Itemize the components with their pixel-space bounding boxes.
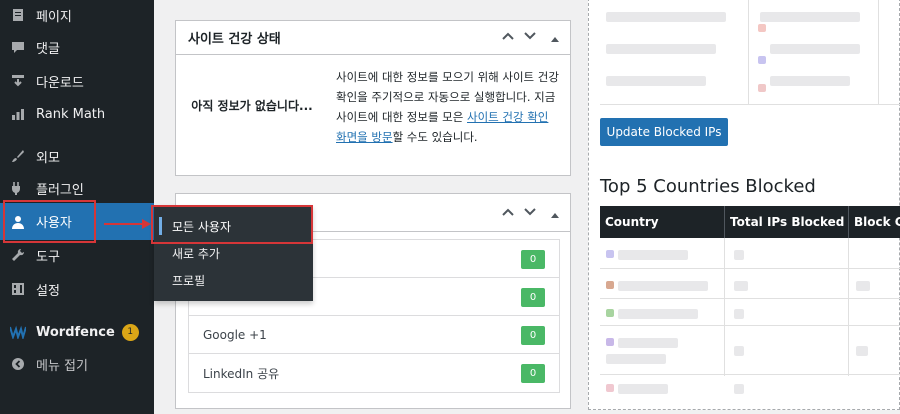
table-divider (878, 0, 879, 104)
blurred-content (618, 384, 668, 394)
social-network-label: LinkedIn 공유 (203, 366, 280, 381)
health-status-text: 아직 정보가 없습니다... (191, 99, 313, 113)
blurred-content (770, 76, 850, 86)
sidebar-item-label: 댓글 (36, 41, 60, 57)
health-description: 사이트에 대한 정보를 모으기 위해 사이트 건강 확인을 주기적으로 자동으로… (336, 67, 562, 147)
share-count-badge: 0 (521, 250, 545, 269)
wrench-icon (10, 247, 26, 263)
blurred-content (734, 281, 748, 291)
column-header-block-count: Block Co (854, 215, 900, 229)
sidebar-item-label: 설정 (36, 283, 60, 299)
blurred-content (618, 250, 688, 260)
submenu-item-label: 프로필 (172, 273, 206, 288)
share-count-badge: 0 (521, 288, 545, 307)
blurred-content (618, 309, 698, 319)
wordfence-icon (10, 324, 26, 340)
collapse-icon (10, 356, 26, 372)
move-down-icon[interactable] (524, 30, 536, 44)
comment-icon (10, 39, 26, 55)
table-divider (724, 238, 725, 376)
table-divider (600, 268, 900, 269)
move-up-icon[interactable] (502, 30, 514, 44)
sidebar-item-comments[interactable]: 댓글 (0, 30, 154, 64)
share-count-badge: 0 (521, 364, 545, 383)
list-item: LinkedIn 공유 0 (189, 354, 559, 392)
toggle-panel-icon[interactable] (550, 32, 560, 46)
table-header: Country Total IPs Blocked Block Co (600, 206, 900, 238)
blurred-flag (606, 309, 614, 317)
blurred-content (618, 281, 708, 291)
table-divider (848, 238, 849, 376)
list-item: Google +1 0 (189, 316, 559, 354)
update-blocked-ips-button[interactable]: Update Blocked IPs (600, 118, 728, 146)
highlight-box-users (3, 200, 96, 243)
annotation-arrow-head (142, 219, 151, 229)
blurred-content (734, 346, 744, 356)
blurred-content (606, 354, 666, 364)
sidebar-item-label: 페이지 (36, 9, 72, 25)
submenu-item-label: 새로 추가 (172, 246, 220, 261)
sidebar-item-label: Wordfence (36, 324, 115, 340)
table-divider (600, 374, 900, 375)
blurred-content (606, 76, 706, 86)
sidebar-item-rank-math[interactable]: Rank Math (0, 97, 154, 131)
blurred-content (856, 281, 870, 291)
health-desc-tail: 할 수도 있습니다. (392, 130, 478, 144)
highlight-box-all-users (151, 205, 313, 244)
column-header-total-ips: Total IPs Blocked (730, 215, 845, 229)
table-divider (600, 325, 900, 326)
sidebar-item-label: 메뉴 접기 (36, 358, 88, 374)
sidebar-item-tools[interactable]: 도구 (0, 238, 154, 272)
table-divider (600, 298, 900, 299)
blurred-content (734, 250, 744, 260)
social-network-label: Google +1 (203, 327, 267, 342)
update-count-badge: 1 (121, 323, 139, 341)
blurred-content (606, 44, 716, 54)
page-icon (10, 7, 26, 23)
plugin-icon (10, 180, 26, 196)
sidebar-item-pages[interactable]: 페이지 (0, 0, 154, 32)
blurred-content (760, 12, 860, 22)
sidebar-item-downloads[interactable]: 다운로드 (0, 64, 154, 98)
blurred-content (770, 44, 860, 54)
panel-title: 사이트 건강 상태 (188, 32, 281, 47)
blurred-content (606, 12, 726, 22)
blurred-content (856, 346, 868, 356)
brush-icon (10, 148, 26, 164)
blurred-flag (606, 281, 614, 289)
sidebar-item-label: 플러그인 (36, 182, 84, 198)
table-divider (600, 104, 900, 105)
blurred-flag (606, 250, 614, 258)
sidebar-item-label: Rank Math (36, 106, 106, 122)
share-count-badge: 0 (521, 326, 545, 345)
submenu-item-profile[interactable]: 프로필 (154, 267, 313, 293)
download-icon (10, 73, 26, 89)
blurred-flag (758, 84, 766, 92)
sidebar-item-appearance[interactable]: 외모 (0, 139, 154, 173)
blurred-content (734, 384, 744, 394)
sidebar-item-label: 외모 (36, 150, 60, 166)
move-down-icon[interactable] (524, 206, 536, 220)
move-up-icon[interactable] (502, 206, 514, 220)
table-divider (748, 0, 749, 104)
blurred-flag (606, 384, 614, 392)
settings-icon (10, 281, 26, 297)
sidebar-item-settings[interactable]: 설정 (0, 272, 154, 306)
rankmath-icon (10, 106, 26, 122)
annotation-arrow (104, 223, 144, 225)
sidebar-item-label: 다운로드 (36, 75, 84, 91)
sidebar-item-wordfence[interactable]: Wordfence 1 (0, 315, 154, 349)
sidebar-item-label: 도구 (36, 249, 60, 265)
top5-countries-title: Top 5 Countries Blocked (600, 176, 816, 197)
toggle-panel-icon[interactable] (550, 208, 560, 222)
collapse-menu-button[interactable]: 메뉴 접기 (0, 347, 154, 381)
blurred-flag (606, 338, 614, 346)
blurred-flag (758, 56, 766, 64)
blurred-content (734, 309, 744, 319)
wordfence-widget-area (588, 0, 900, 410)
column-header-country: Country (605, 215, 659, 229)
blurred-flag (758, 24, 766, 32)
blurred-content (618, 338, 678, 348)
